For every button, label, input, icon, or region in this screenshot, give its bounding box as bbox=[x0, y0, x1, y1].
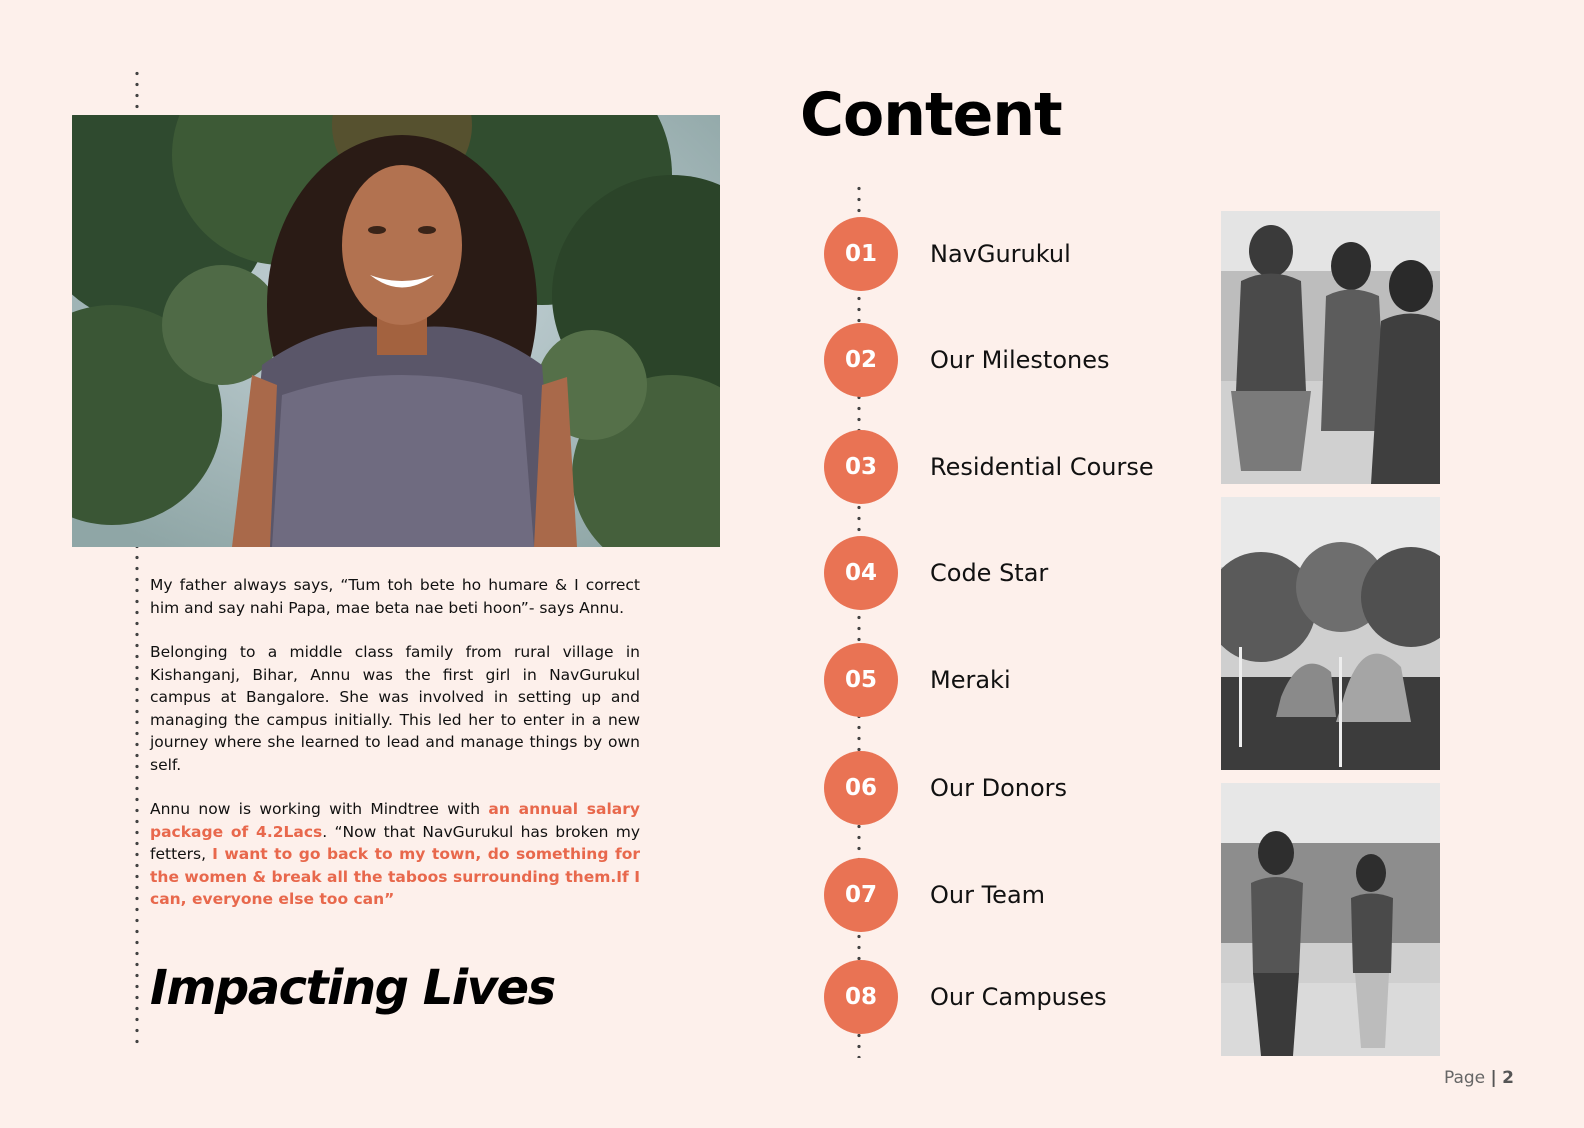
quote-paragraph-3: Annu now is working with Mindtree with a… bbox=[150, 798, 640, 911]
page-label: Page bbox=[1443, 1068, 1486, 1088]
impacting-lives-title: Impacting Lives bbox=[150, 960, 556, 1016]
toc-label: Our Team bbox=[930, 881, 1046, 909]
page-number: Page | 2 bbox=[1444, 1068, 1514, 1088]
toc-item-our-donors[interactable]: 06 Our Donors bbox=[824, 751, 1184, 825]
toc-label: Residential Course bbox=[930, 453, 1154, 481]
toc-item-meraki[interactable]: 05 Meraki bbox=[824, 643, 1184, 717]
toc-number-badge: 01 bbox=[824, 217, 898, 291]
students-group-photo bbox=[1221, 211, 1440, 484]
toc-number-badge: 08 bbox=[824, 960, 898, 1034]
quote-paragraph-2: Belonging to a middle class family from … bbox=[150, 643, 640, 774]
quote-paragraph-3-intro: Annu now is working with Mindtree with bbox=[150, 800, 489, 818]
toc-number-badge: 04 bbox=[824, 536, 898, 610]
quote-paragraph-1: My father always says, “Tum toh bete ho … bbox=[150, 576, 640, 617]
field-work-photo bbox=[1221, 497, 1440, 770]
toc-item-navgurukul[interactable]: 01 NavGurukul bbox=[824, 217, 1184, 291]
portrait-photo bbox=[72, 115, 720, 547]
toc-label: Our Campuses bbox=[930, 983, 1107, 1011]
toc-item-our-team[interactable]: 07 Our Team bbox=[824, 858, 1184, 932]
toc-item-residential-course[interactable]: 03 Residential Course bbox=[824, 430, 1184, 504]
toc-number-badge: 05 bbox=[824, 643, 898, 717]
toc-label: Our Milestones bbox=[930, 346, 1110, 374]
toc-number-badge: 06 bbox=[824, 751, 898, 825]
toc-item-our-campuses[interactable]: 08 Our Campuses bbox=[824, 960, 1184, 1034]
story-text: My father always says, “Tum toh bete ho … bbox=[150, 574, 640, 933]
toc-number-badge: 03 bbox=[824, 430, 898, 504]
page-number-value: 2 bbox=[1502, 1068, 1514, 1088]
toc-label: Code Star bbox=[930, 559, 1049, 587]
toc-label: Our Donors bbox=[930, 774, 1068, 802]
toc-number-badge: 02 bbox=[824, 323, 898, 397]
toc-label: NavGurukul bbox=[930, 240, 1071, 268]
page-separator: | bbox=[1490, 1068, 1497, 1088]
toc-item-our-milestones[interactable]: 02 Our Milestones bbox=[824, 323, 1184, 397]
quote-highlight: I want to go back to my town, do somethi… bbox=[150, 845, 640, 908]
toc-item-code-star[interactable]: 04 Code Star bbox=[824, 536, 1184, 610]
toc-number-badge: 07 bbox=[824, 858, 898, 932]
content-title: Content bbox=[800, 80, 1063, 150]
toc-label: Meraki bbox=[930, 666, 1011, 694]
students-walking-photo bbox=[1221, 783, 1440, 1056]
